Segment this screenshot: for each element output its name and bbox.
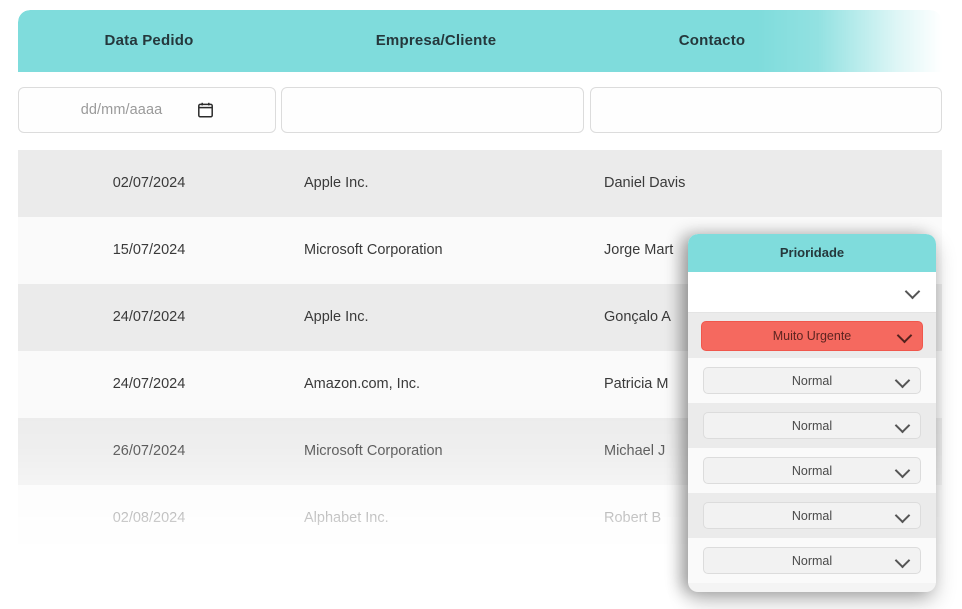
- cell-empresa-cliente: Apple Inc.: [304, 309, 369, 325]
- filter-date-pedido-input[interactable]: dd/mm/aaaa: [18, 87, 276, 133]
- filter-contacto-input[interactable]: [590, 87, 942, 133]
- priority-column-header[interactable]: Prioridade: [688, 234, 936, 272]
- chevron-down-icon: [894, 507, 911, 523]
- priority-value: Normal: [791, 418, 833, 433]
- priority-cell-row: Normal: [688, 538, 936, 583]
- cell-empresa-cliente: Amazon.com, Inc.: [304, 376, 421, 392]
- cell-data-pedido: 15/07/2024: [112, 242, 186, 258]
- chevron-down-icon: [896, 327, 913, 343]
- priority-cell-row: Normal: [688, 403, 936, 448]
- cell-data-pedido: 26/07/2024: [112, 443, 186, 459]
- priority-value: Normal: [791, 553, 833, 568]
- table-filter-row: dd/mm/aaaa: [18, 72, 942, 150]
- priority-cell-row: Normal: [688, 448, 936, 493]
- cell-data-pedido: 02/07/2024: [112, 175, 186, 191]
- priority-column-panel: Prioridade Muito Urgente Normal Normal N…: [688, 234, 936, 592]
- cell-data-pedido: 24/07/2024: [112, 309, 186, 325]
- cell-empresa-cliente: Apple Inc.: [304, 175, 369, 191]
- priority-filter-row: [688, 272, 936, 313]
- priority-select[interactable]: Normal: [703, 547, 921, 574]
- priority-select[interactable]: Normal: [703, 502, 921, 529]
- priority-select[interactable]: Normal: [703, 367, 921, 394]
- priority-cell-row: Normal: [688, 493, 936, 538]
- cell-contacto: Daniel Davis: [604, 175, 686, 191]
- priority-value: Normal: [791, 373, 833, 388]
- priority-cell-row: Normal: [688, 358, 936, 403]
- filter-date-placeholder-text: dd/mm/aaaa: [80, 102, 163, 118]
- priority-value: Muito Urgente: [772, 328, 852, 343]
- table-row[interactable]: 02/07/2024 Apple Inc. Daniel Davis: [18, 150, 942, 217]
- cell-data-pedido: 02/08/2024: [112, 510, 186, 526]
- priority-value: Normal: [791, 508, 833, 523]
- priority-select[interactable]: Normal: [703, 457, 921, 484]
- priority-select[interactable]: Muito Urgente: [701, 320, 923, 351]
- column-header-contacto[interactable]: Contacto: [592, 10, 832, 72]
- chevron-down-icon: [894, 417, 911, 433]
- priority-value: Normal: [791, 463, 833, 478]
- filter-empresa-cliente-input[interactable]: [281, 87, 584, 133]
- cell-empresa-cliente: Alphabet Inc.: [304, 510, 389, 526]
- cell-empresa-cliente: Microsoft Corporation: [304, 443, 443, 459]
- calendar-icon[interactable]: [198, 102, 214, 118]
- priority-filter-select[interactable]: [688, 272, 936, 312]
- column-header-empresa-cliente[interactable]: Empresa/Cliente: [280, 10, 592, 72]
- table-header-row: Data Pedido Empresa/Cliente Contacto: [18, 10, 942, 72]
- cell-empresa-cliente: Microsoft Corporation: [304, 242, 443, 258]
- column-header-data-pedido[interactable]: Data Pedido: [18, 10, 280, 72]
- chevron-down-icon: [894, 552, 911, 568]
- chevron-down-icon: [904, 283, 921, 300]
- chevron-down-icon: [894, 372, 911, 388]
- chevron-down-icon: [894, 462, 911, 478]
- priority-select[interactable]: Normal: [703, 412, 921, 439]
- cell-data-pedido: 24/07/2024: [112, 376, 186, 392]
- priority-cell-row: Muito Urgente: [688, 313, 936, 358]
